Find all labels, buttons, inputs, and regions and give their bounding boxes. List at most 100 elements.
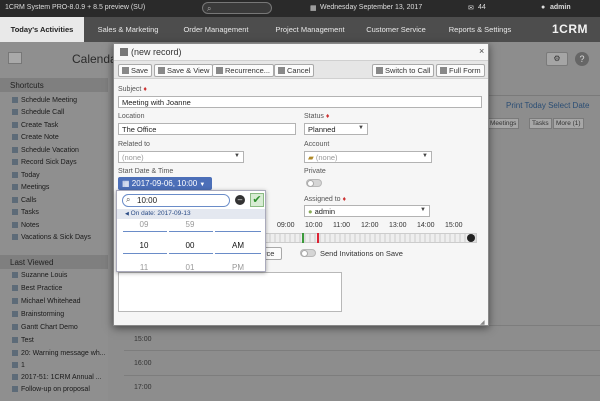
notification-count[interactable]: 44	[478, 4, 486, 11]
cancel-button[interactable]: Cancel	[274, 64, 315, 77]
last-viewed-item[interactable]: Suzanne Louis	[12, 272, 67, 279]
switch-to-call-button[interactable]: Switch to Call	[372, 64, 435, 77]
chevron-down-icon: ▼	[420, 207, 426, 213]
private-toggle[interactable]	[306, 179, 322, 187]
hour-selected[interactable]: 10	[129, 241, 159, 250]
last-viewed-item[interactable]: 1	[12, 362, 25, 369]
last-viewed-item[interactable]: 2017-51: 1CRM Annual ...	[12, 374, 102, 381]
sidebar-toggle-button[interactable]	[8, 52, 22, 64]
shortcut-item[interactable]: Tasks	[12, 209, 39, 216]
folder-icon: ▰	[308, 153, 314, 162]
shortcut-item[interactable]: Notes	[12, 222, 39, 229]
timeline-label: 12:00	[361, 222, 379, 229]
shortcut-item[interactable]: Schedule Vacation	[12, 147, 79, 154]
recurrence-button[interactable]: Recurrence...	[212, 64, 275, 77]
end-marker	[317, 233, 319, 243]
divider	[169, 231, 213, 232]
user-icon[interactable]: ●	[541, 4, 545, 11]
status-select[interactable]: Planned ▼	[304, 123, 368, 135]
nav-sales-marketing[interactable]: Sales & Marketing	[88, 17, 168, 42]
mail-icon[interactable]: ✉	[468, 4, 474, 12]
expand-icon	[440, 67, 447, 74]
last-viewed-item[interactable]: Test	[12, 337, 34, 344]
minute-option[interactable]: 01	[175, 263, 205, 272]
shortcut-item[interactable]: Schedule Call	[12, 109, 64, 116]
shortcut-item[interactable]: Vacations & Sick Days	[12, 234, 91, 241]
filter-more[interactable]: More (1)	[553, 118, 584, 129]
divider	[485, 95, 600, 96]
divider	[215, 231, 261, 232]
save-button[interactable]: Save	[118, 64, 153, 77]
calendar-icon: ▦	[122, 179, 130, 188]
nav-todays-activities[interactable]: Today's Activities	[0, 17, 84, 42]
top-bar: 1CRM System PRO-8.0.9 + 8.5 preview (SU)…	[0, 0, 600, 17]
save-icon	[122, 67, 129, 74]
subject-label: Subject ♦	[118, 86, 147, 93]
shortcut-item[interactable]: Schedule Meeting	[12, 97, 77, 104]
time-slot-label: 17:00	[134, 384, 152, 391]
ampm-option[interactable]: PM	[223, 263, 253, 272]
related-select[interactable]: (none) ▼	[118, 151, 244, 163]
minute-selected[interactable]: 00	[175, 241, 205, 250]
shortcut-item[interactable]: Meetings	[12, 184, 49, 191]
shortcut-item[interactable]: Record Sick Days	[12, 159, 77, 166]
last-viewed-item[interactable]: Brainstorming	[12, 311, 64, 318]
account-select[interactable]: ▰ (none) ▼	[304, 151, 432, 163]
record-icon	[120, 48, 128, 56]
ampm-selected[interactable]: AM	[223, 241, 253, 250]
help-icon[interactable]: ?	[575, 52, 589, 66]
start-marker	[302, 233, 304, 243]
send-invites-toggle[interactable]	[300, 249, 316, 257]
shortcut-item[interactable]: Calls	[12, 197, 37, 204]
last-viewed-item[interactable]: Michael Whitehead	[12, 298, 81, 305]
full-form-button[interactable]: Full Form	[436, 64, 485, 77]
shortcut-item[interactable]: Today	[12, 172, 40, 179]
dialog-title: (new record)	[120, 47, 182, 57]
divider	[123, 231, 167, 232]
filter-tasks[interactable]: Tasks	[529, 118, 552, 129]
minute-option[interactable]: 59	[175, 220, 205, 229]
nav-order-management[interactable]: Order Management	[176, 17, 256, 42]
last-viewed-item[interactable]: Gantt Chart Demo	[12, 324, 78, 331]
clear-time-icon[interactable]: –	[235, 195, 245, 205]
timeline-label: 09:00	[277, 222, 295, 229]
close-icon	[278, 67, 285, 74]
nav-customer-service[interactable]: Customer Service	[358, 17, 434, 42]
shortcut-item[interactable]: Create Task	[12, 122, 58, 129]
switch-icon	[376, 67, 383, 74]
remove-icon[interactable]	[467, 234, 475, 242]
save-view-button[interactable]: Save & View	[154, 64, 214, 77]
time-input[interactable]: ⌕ 10:00	[122, 194, 230, 207]
filter-meetings[interactable]: Meetings	[487, 118, 520, 129]
gear-icon[interactable]: ⚙	[546, 52, 568, 66]
assigned-select[interactable]: ● admin ▼	[304, 205, 430, 217]
close-icon[interactable]: ×	[479, 46, 484, 56]
description-textarea[interactable]	[118, 272, 342, 312]
nav-reports-settings[interactable]: Reports & Settings	[440, 17, 520, 42]
location-input[interactable]: The Office	[118, 123, 296, 135]
last-viewed-item[interactable]: Best Practice	[12, 285, 62, 292]
time-slot-label: 16:00	[134, 360, 152, 367]
divider	[169, 253, 213, 254]
shortcut-item[interactable]: Create Note	[12, 134, 59, 141]
divider	[215, 253, 261, 254]
resize-handle-icon[interactable]: ◢	[480, 319, 485, 326]
confirm-icon[interactable]: ✔	[250, 193, 264, 207]
hour-option[interactable]: 09	[129, 220, 159, 229]
last-viewed-item[interactable]: Follow-up on proposal	[12, 386, 90, 393]
calendar-links[interactable]: Print Today Select Date	[506, 101, 589, 110]
global-search-input[interactable]: ⌕	[202, 2, 272, 14]
related-label: Related to	[118, 141, 150, 148]
start-date-button[interactable]: ▦ 2017-09-06, 10:00 ▼	[118, 177, 212, 190]
subject-input[interactable]: Meeting with Joanne	[118, 96, 482, 108]
dialog-toolbar: Save Save & View Recurrence... Cancel Sw…	[114, 60, 488, 79]
divider	[123, 253, 167, 254]
nav-project-management[interactable]: Project Management	[264, 17, 356, 42]
last-viewed-item[interactable]: 20: Warning message wh...	[12, 350, 106, 357]
last-viewed-heading: Last Viewed	[0, 255, 108, 269]
hour-option[interactable]: 11	[129, 263, 159, 272]
timeline-bar[interactable]	[265, 233, 477, 243]
time-picker-popup: ⌕ 10:00 – ✔ ◀ On date: 2017-09-13 09 59 1…	[116, 190, 266, 272]
user-name[interactable]: admin	[550, 4, 571, 11]
new-record-dialog: (new record) × Save Save & View Recurren…	[113, 43, 489, 326]
